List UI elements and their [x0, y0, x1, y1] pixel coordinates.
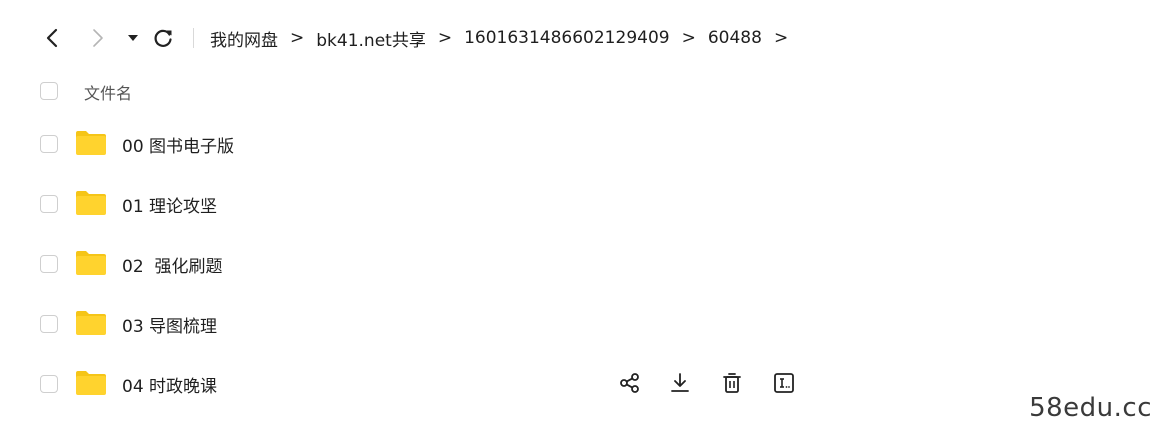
row-checkbox[interactable] [40, 375, 58, 393]
toolbar-divider [193, 28, 194, 48]
column-header-filename[interactable]: 文件名 [84, 80, 132, 104]
download-icon[interactable] [668, 371, 692, 395]
file-row[interactable]: 01 理论攻坚 [0, 174, 1160, 234]
breadcrumb-separator: > [437, 28, 453, 48]
breadcrumb-separator: > [681, 28, 696, 48]
file-name[interactable]: 01 理论攻坚 [122, 192, 217, 217]
watermark: 58edu.cc [1029, 393, 1152, 423]
row-actions [616, 368, 816, 398]
folder-icon [76, 371, 106, 395]
file-row[interactable]: 04 时政晚课 [0, 354, 1160, 414]
chevron-left-icon[interactable] [40, 26, 64, 50]
file-name[interactable]: 04 时政晚课 [122, 372, 217, 397]
share-icon[interactable] [618, 371, 642, 395]
breadcrumb-separator: > [290, 28, 305, 48]
folder-icon [76, 131, 106, 155]
breadcrumb-item-share[interactable]: bk41.net共享 [316, 26, 426, 51]
file-name[interactable]: 03 导图梳理 [122, 312, 217, 337]
refresh-icon[interactable] [151, 26, 175, 50]
file-row[interactable]: 02 强化刷题 [0, 234, 1160, 294]
list-header: 文件名 [0, 75, 1160, 107]
breadcrumb: 我的网盘 > bk41.net共享 > 1601631486602129409 … [210, 26, 800, 51]
row-checkbox[interactable] [40, 255, 58, 273]
row-checkbox[interactable] [40, 135, 58, 153]
file-name[interactable]: 02 强化刷题 [122, 252, 222, 277]
file-name[interactable]: 00 图书电子版 [122, 132, 234, 157]
row-checkbox[interactable] [40, 195, 58, 213]
navigation-bar: 我的网盘 > bk41.net共享 > 1601631486602129409 … [0, 18, 1160, 58]
select-all-checkbox[interactable] [40, 82, 58, 100]
file-row[interactable]: 03 导图梳理 [0, 294, 1160, 354]
chevron-right-icon[interactable] [86, 26, 110, 50]
breadcrumb-item-folder-id[interactable]: 1601631486602129409 [464, 28, 670, 48]
caret-down-icon[interactable] [121, 26, 145, 50]
folder-icon [76, 311, 106, 335]
breadcrumb-item-root[interactable]: 我的网盘 [210, 26, 278, 51]
rename-icon[interactable] [772, 371, 796, 395]
breadcrumb-separator: > [773, 28, 789, 48]
folder-icon [76, 251, 106, 275]
breadcrumb-item-current[interactable]: 60488 [708, 28, 762, 48]
delete-icon[interactable] [720, 371, 744, 395]
file-row[interactable]: 00 图书电子版 [0, 114, 1160, 174]
row-checkbox[interactable] [40, 315, 58, 333]
folder-icon [76, 191, 106, 215]
